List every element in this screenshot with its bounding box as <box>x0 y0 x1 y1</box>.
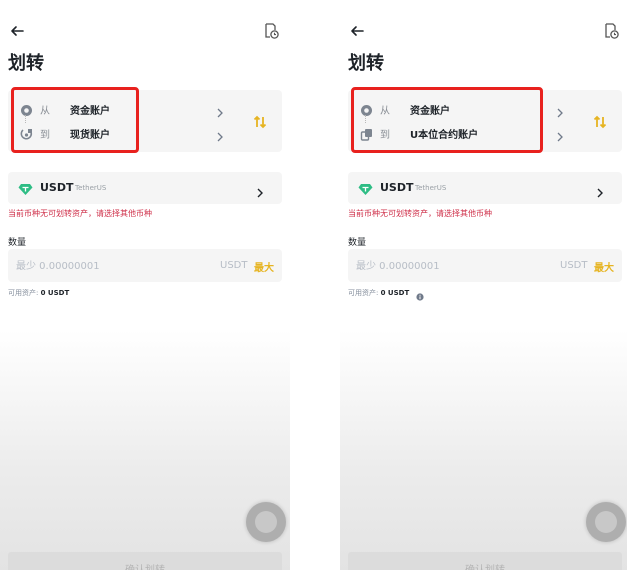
wallet-circle-icon <box>20 102 33 116</box>
history-icon[interactable] <box>602 22 620 40</box>
coin-full-name: TetherUS <box>415 184 447 192</box>
swap-vertical-icon[interactable] <box>252 114 268 130</box>
to-account-value: U本位合约账户 <box>410 130 479 141</box>
chevron-right-icon <box>216 127 224 142</box>
to-label: 到 <box>380 130 390 141</box>
available-value: 0 USDT <box>40 289 70 297</box>
amount-unit: USDT <box>220 260 248 271</box>
to-account-row[interactable]: 到 U本位合约账户 <box>348 121 588 145</box>
coin-symbol: USDT <box>380 181 414 194</box>
futures-account-icon <box>360 126 373 141</box>
floating-assistive-button[interactable] <box>586 502 626 542</box>
no-asset-warning: 当前币种无可划转资产，请选择其他币种 <box>348 209 492 218</box>
chevron-right-icon <box>216 103 224 118</box>
floating-assistive-button[interactable] <box>246 502 286 542</box>
confirm-transfer-button[interactable]: 确认划转 <box>348 552 622 570</box>
amount-unit: USDT <box>560 260 588 271</box>
amount-label: 数量 <box>348 238 367 248</box>
coin-selector[interactable]: USDT TetherUS <box>348 172 622 204</box>
no-asset-warning: 当前币种无可划转资产，请选择其他币种 <box>8 209 152 218</box>
transfer-screen-right: 划转 从 资金账户 到 U本位合约账户 USDT TetherUS 当前币种无可… <box>340 0 627 570</box>
from-account-value: 资金账户 <box>410 106 450 117</box>
available-balance: 可用资产: 0 USDT <box>348 288 409 298</box>
to-account-row[interactable]: 到 现货账户 <box>8 121 248 145</box>
amount-label: 数量 <box>8 238 27 248</box>
coin-selector[interactable]: USDT TetherUS <box>8 172 282 204</box>
usdt-diamond-icon <box>358 181 373 195</box>
from-label: 从 <box>40 106 50 117</box>
to-account-value: 现货账户 <box>70 130 110 141</box>
spot-account-icon <box>20 126 33 140</box>
chevron-right-icon <box>556 127 564 142</box>
available-balance: 可用资产: 0 USDT <box>8 288 69 298</box>
from-account-value: 资金账户 <box>70 106 110 117</box>
page-title: 划转 <box>348 53 384 74</box>
max-button[interactable]: 最大 <box>594 259 614 274</box>
history-icon[interactable] <box>262 22 280 40</box>
page-title: 划转 <box>8 53 44 74</box>
info-icon[interactable] <box>416 286 424 301</box>
fab-inner-circle <box>595 511 617 533</box>
swap-vertical-icon[interactable] <box>592 114 608 130</box>
available-label: 可用资产: <box>8 289 39 297</box>
from-label: 从 <box>380 106 390 117</box>
from-account-row[interactable]: 从 资金账户 <box>8 97 248 121</box>
usdt-diamond-icon <box>18 181 33 195</box>
available-label: 可用资产: <box>348 289 379 297</box>
fab-inner-circle <box>255 511 277 533</box>
amount-field: USDT 最大 <box>8 249 282 282</box>
amount-input[interactable] <box>14 255 198 277</box>
wallet-circle-icon <box>360 102 373 116</box>
chevron-right-icon <box>256 183 264 198</box>
transfer-account-selector: 从 资金账户 到 U本位合约账户 <box>348 90 622 152</box>
from-account-row[interactable]: 从 资金账户 <box>348 97 588 121</box>
coin-symbol: USDT <box>40 181 74 194</box>
amount-field: USDT 最大 <box>348 249 622 282</box>
back-arrow-icon[interactable] <box>348 22 368 40</box>
transfer-account-selector: 从 资金账户 到 现货账户 <box>8 90 282 152</box>
amount-input[interactable] <box>354 255 538 277</box>
max-button[interactable]: 最大 <box>254 259 274 274</box>
coin-full-name: TetherUS <box>75 184 107 192</box>
chevron-right-icon <box>596 183 604 198</box>
back-arrow-icon[interactable] <box>8 22 28 40</box>
confirm-transfer-button[interactable]: 确认划转 <box>8 552 282 570</box>
transfer-screen-left: 划转 从 资金账户 到 现货账户 USDT TetherUS 当前币种无可划转资… <box>0 0 290 570</box>
available-value: 0 USDT <box>380 289 410 297</box>
to-label: 到 <box>40 130 50 141</box>
chevron-right-icon <box>556 103 564 118</box>
